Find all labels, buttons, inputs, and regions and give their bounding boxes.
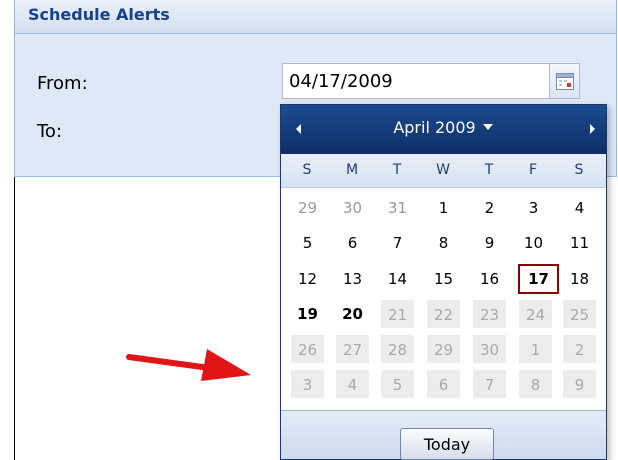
calendar-day-disabled: 28 (380, 334, 415, 364)
calendar-day-disabled: 8 (518, 369, 553, 399)
date-picker-header: April 2009 (281, 105, 606, 154)
month-year-label: April 2009 (393, 118, 476, 137)
calendar-day-disabled: 7 (472, 369, 507, 399)
calendar-day-disabled: 23 (472, 299, 507, 329)
calendar-day[interactable]: 12 (290, 264, 325, 294)
calendar-day[interactable]: 19 (290, 299, 325, 329)
calendar-day[interactable]: 8 (426, 228, 461, 258)
calendar-day[interactable]: 4 (562, 193, 597, 223)
calendar-day[interactable]: 3 (516, 193, 551, 223)
calendar-day[interactable]: 30 (335, 193, 370, 223)
calendar-day-disabled: 3 (290, 369, 325, 399)
weekday-label: T (484, 162, 494, 178)
calendar-day[interactable]: 16 (472, 264, 507, 294)
calendar-day[interactable]: 7 (380, 228, 415, 258)
red-arrow-icon (126, 349, 251, 381)
calendar-day-disabled: 26 (290, 334, 325, 364)
date-picker: April 2009 S M T W T F S 29 30 31 1 2 3 … (280, 104, 607, 460)
calendar-day[interactable]: 31 (380, 193, 415, 223)
calendar-day[interactable]: 15 (426, 264, 461, 294)
calendar-day-disabled: 5 (380, 369, 415, 399)
from-label: From: (37, 73, 88, 94)
panel-border-line (14, 177, 15, 460)
calendar-day-disabled: 21 (380, 299, 415, 329)
weekday-header-row: S M T W T F S (281, 154, 606, 188)
date-picker-footer: Today (281, 410, 606, 460)
weekday-label: F (528, 162, 538, 178)
calendar-day[interactable]: 14 (380, 264, 415, 294)
calendar-day[interactable]: 18 (562, 264, 597, 294)
weekday-label: S (574, 162, 584, 178)
calendar-icon (556, 73, 574, 90)
calendar-day-disabled: 4 (335, 369, 370, 399)
calendar-day-disabled: 27 (335, 334, 370, 364)
calendar-day-disabled: 9 (562, 369, 597, 399)
calendar-day-disabled: 25 (562, 299, 597, 329)
panel-header: Schedule Alerts (15, 0, 616, 34)
calendar-day-disabled: 22 (426, 299, 461, 329)
today-button[interactable]: Today (400, 428, 494, 460)
calendar-day[interactable]: 11 (562, 228, 597, 258)
calendar-day-disabled: 30 (472, 334, 507, 364)
calendar-day[interactable]: 20 (335, 299, 370, 329)
calendar-day-disabled: 1 (518, 334, 553, 364)
calendar-day[interactable]: 6 (335, 228, 370, 258)
calendar-day-disabled: 2 (562, 334, 597, 364)
calendar-day[interactable]: 9 (472, 228, 507, 258)
chevron-right-icon[interactable] (584, 121, 600, 137)
calendar-day[interactable]: 5 (290, 228, 325, 258)
calendar-day[interactable]: 13 (335, 264, 370, 294)
weekday-label: M (345, 162, 359, 178)
weekday-label: S (302, 162, 312, 178)
weekday-label: W (436, 162, 450, 178)
from-date-input[interactable] (282, 63, 550, 99)
calendar-day[interactable]: 29 (290, 193, 325, 223)
panel-title: Schedule Alerts (28, 5, 170, 24)
calendar-day[interactable]: 2 (472, 193, 507, 223)
calendar-trigger-button[interactable] (550, 63, 580, 99)
calendar-day-disabled: 6 (426, 369, 461, 399)
to-label: To: (37, 121, 63, 142)
month-year-button[interactable]: April 2009 (281, 118, 606, 137)
caret-down-icon (482, 124, 493, 130)
weekday-label: T (392, 162, 402, 178)
calendar-day[interactable]: 10 (516, 228, 551, 258)
calendar-day[interactable]: 1 (426, 193, 461, 223)
calendar-day-selected[interactable]: 17 (518, 264, 559, 294)
calendar-day-disabled: 24 (518, 299, 553, 329)
calendar-day-disabled: 29 (426, 334, 461, 364)
